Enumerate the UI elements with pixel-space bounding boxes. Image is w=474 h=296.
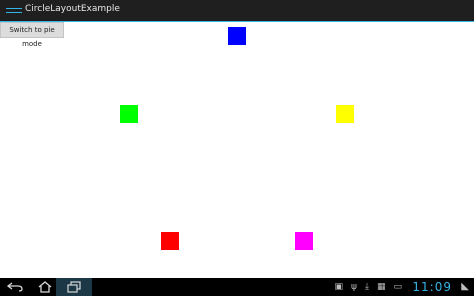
status-icons: ▣ ψ ⤓ ▦ ▭ (335, 278, 402, 296)
calendar-icon: ▦ (376, 282, 386, 292)
yellow-square[interactable] (336, 105, 354, 123)
usb-icon: ψ (351, 282, 357, 292)
recent-apps-icon[interactable] (56, 278, 92, 296)
gallery-icon: ▣ (334, 282, 344, 292)
green-square[interactable] (120, 105, 138, 123)
home-icon[interactable] (34, 278, 56, 296)
image-icon: ▭ (393, 282, 402, 292)
magenta-square[interactable] (295, 232, 313, 250)
action-bar: CircleLayoutExample (0, 0, 474, 22)
red-square[interactable] (161, 232, 179, 250)
app-title: CircleLayoutExample (25, 4, 120, 14)
wifi-icon: ◣ (461, 281, 469, 292)
content-area: Switch to pie mode (0, 22, 474, 278)
download-icon: ⤓ (364, 282, 369, 292)
system-bar: ▣ ψ ⤓ ▦ ▭ 11:09 ◣ (0, 278, 474, 296)
clock: 11:09 (412, 280, 452, 294)
back-icon[interactable] (4, 278, 26, 296)
app-icon (6, 8, 22, 13)
switch-mode-button[interactable]: Switch to pie mode (0, 22, 64, 48)
blue-square[interactable] (228, 27, 246, 45)
